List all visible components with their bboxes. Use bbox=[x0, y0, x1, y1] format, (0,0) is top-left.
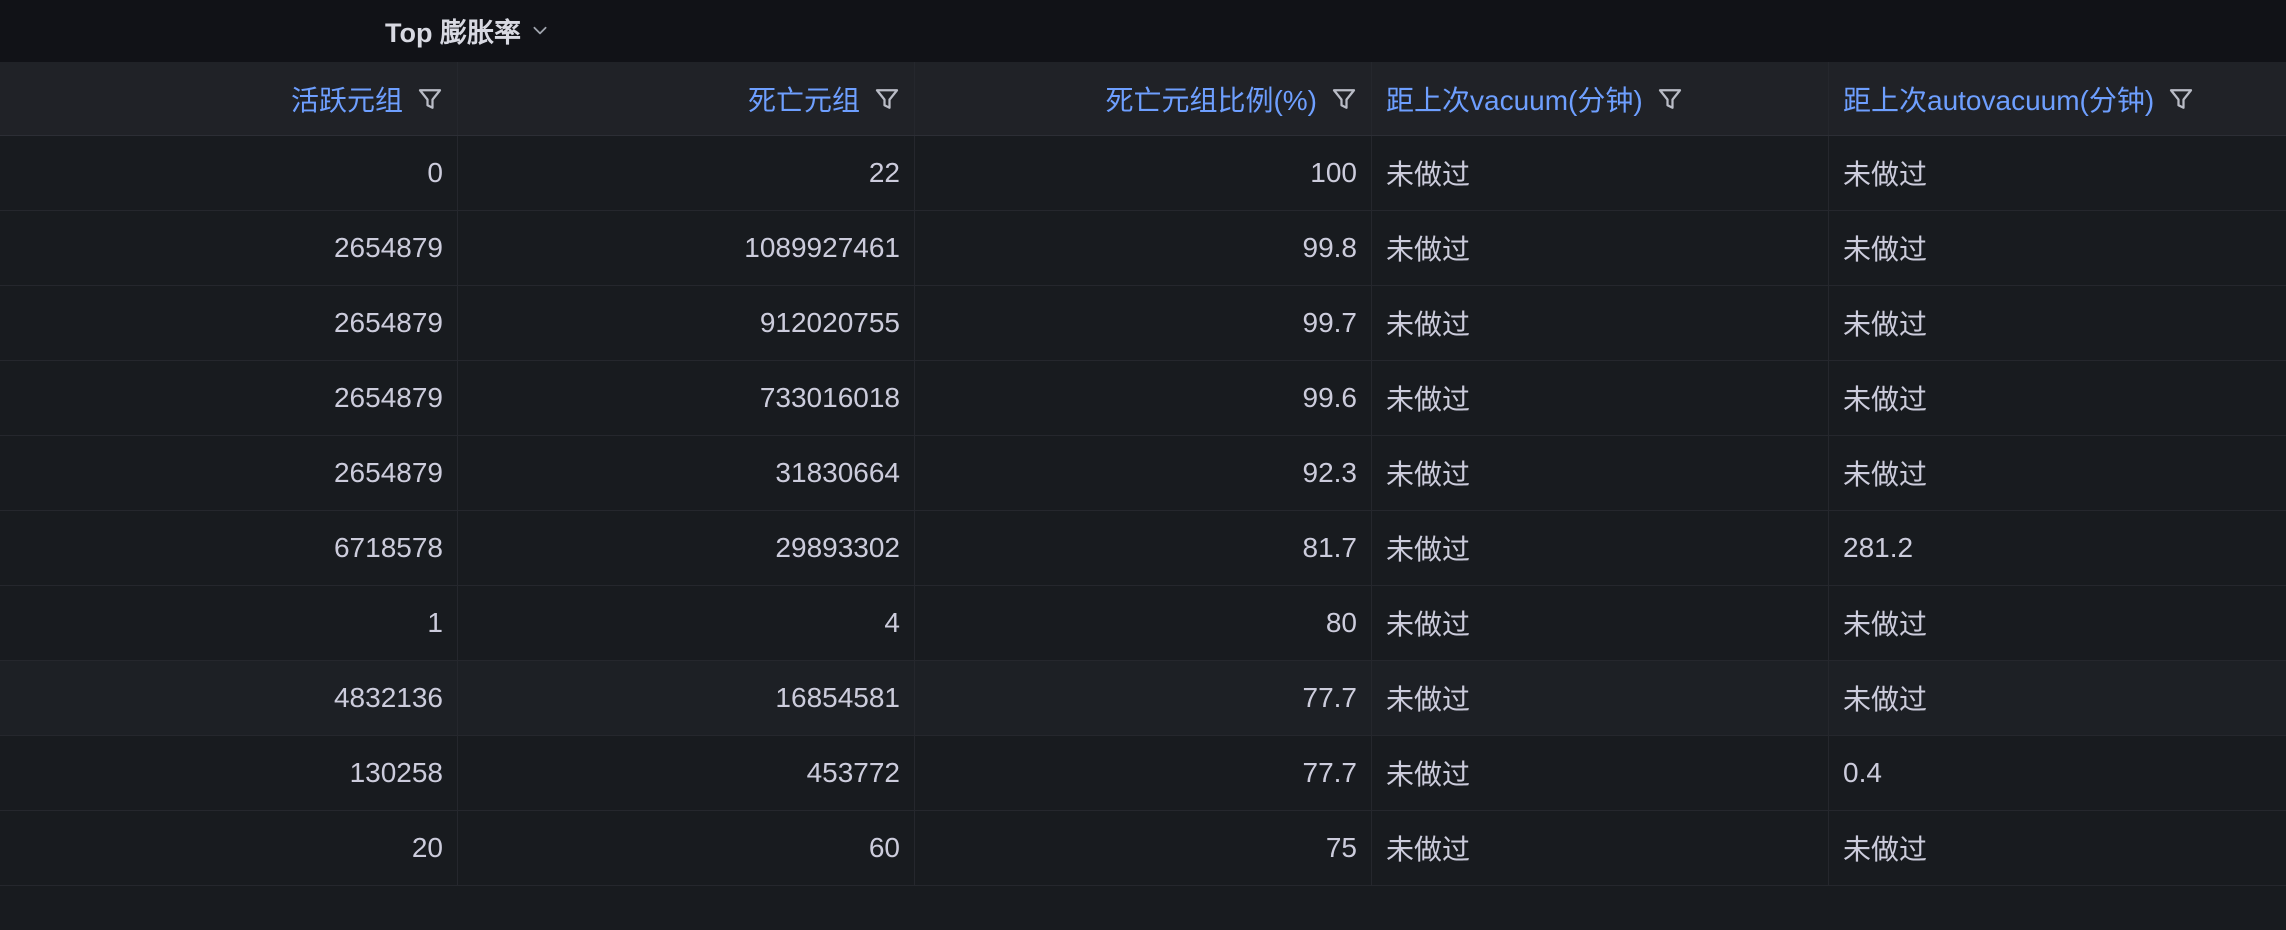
table-cell: 92.3 bbox=[915, 436, 1372, 510]
table-row: 6718578 29893302 81.7 未做过 281.2 bbox=[0, 511, 2286, 586]
chevron-down-icon bbox=[533, 26, 547, 35]
table-cell: 99.8 bbox=[915, 211, 1372, 285]
table-row: 1 4 80 未做过 未做过 bbox=[0, 586, 2286, 661]
table-cell: 99.6 bbox=[915, 361, 1372, 435]
table-cell: 未做过 bbox=[1843, 309, 1928, 340]
column-header-last-autovacuum[interactable]: 距上次autovacuum(分钟) bbox=[1829, 62, 2286, 135]
table-cell: 29893302 bbox=[458, 511, 915, 585]
table-cell: 未做过 bbox=[1372, 286, 1829, 360]
table-cell: 未做过 bbox=[1843, 159, 1928, 190]
table-cell: 2654879 bbox=[0, 286, 458, 360]
table-cell: 31830664 bbox=[458, 436, 915, 510]
panel-title-menu[interactable]: Top 膨胀率 bbox=[385, 12, 549, 48]
table-cell: 未做过 bbox=[1372, 811, 1829, 885]
table-cell: 2654879 bbox=[0, 361, 458, 435]
filter-icon[interactable] bbox=[872, 84, 902, 114]
table-cell: 4832136 bbox=[0, 661, 458, 735]
table-cell: 2654879 bbox=[0, 436, 458, 510]
table-cell: 未做过 bbox=[1372, 661, 1829, 735]
table-cell: 6718578 bbox=[0, 511, 458, 585]
table-cell: 81.7 bbox=[915, 511, 1372, 585]
table-row: 2654879 31830664 92.3 未做过 未做过 bbox=[0, 436, 2286, 511]
table-cell: 20 bbox=[0, 811, 458, 885]
table-cell: 453772 bbox=[458, 736, 915, 810]
column-header-label: 活跃元组 bbox=[290, 84, 403, 116]
filter-icon[interactable] bbox=[2166, 84, 2196, 114]
table-cell: 80 bbox=[915, 586, 1372, 660]
table-cell: 281.2 bbox=[1843, 532, 1914, 563]
panel-header: Top 膨胀率 bbox=[0, 0, 2286, 62]
table-row: 20 60 75 未做过 未做过 bbox=[0, 811, 2286, 886]
column-header-dead-tuples[interactable]: 死亡元组 bbox=[458, 62, 915, 135]
table-cell: 912020755 bbox=[458, 286, 915, 360]
column-header-label: 死亡元组比例(%) bbox=[1105, 84, 1317, 116]
column-header-last-vacuum[interactable]: 距上次vacuum(分钟) bbox=[1372, 62, 1829, 135]
table-cell: 未做过 bbox=[1843, 684, 1928, 715]
table-panel: Top 膨胀率 活跃元组 死亡元组 死亡元组比例(%) 距上次vacuum(分钟… bbox=[0, 0, 2286, 930]
table-cell: 未做过 bbox=[1843, 234, 1928, 265]
table-cell: 16854581 bbox=[458, 661, 915, 735]
table-body: 0 22 100 未做过 未做过 2654879 1089927461 99.8 未做过 未做过 2… bbox=[0, 136, 2286, 886]
table-row: 0 22 100 未做过 未做过 bbox=[0, 136, 2286, 211]
table-cell: 130258 bbox=[0, 736, 458, 810]
table-cell: 60 bbox=[458, 811, 915, 885]
table-cell: 4 bbox=[458, 586, 915, 660]
table-cell: 100 bbox=[915, 136, 1372, 210]
table-row: 2654879 912020755 99.7 未做过 未做过 bbox=[0, 286, 2286, 361]
table-cell: 77.7 bbox=[915, 661, 1372, 735]
table-cell: 未做过 bbox=[1372, 586, 1829, 660]
filter-icon[interactable] bbox=[1329, 84, 1359, 114]
filter-icon[interactable] bbox=[1655, 84, 1685, 114]
filter-icon[interactable] bbox=[415, 84, 445, 114]
column-header-label: 死亡元组 bbox=[747, 84, 860, 116]
table-cell: 未做过 bbox=[1372, 736, 1829, 810]
table-cell: 未做过 bbox=[1372, 511, 1829, 585]
column-header-dead-ratio[interactable]: 死亡元组比例(%) bbox=[915, 62, 1372, 135]
table-header-row: 活跃元组 死亡元组 死亡元组比例(%) 距上次vacuum(分钟) 距上次aut… bbox=[0, 62, 2286, 136]
table-cell: 未做过 bbox=[1372, 211, 1829, 285]
table-cell: 733016018 bbox=[458, 361, 915, 435]
table-cell: 1089927461 bbox=[458, 211, 915, 285]
table-cell: 1 bbox=[0, 586, 458, 660]
table-cell: 未做过 bbox=[1372, 436, 1829, 510]
table-cell: 0.4 bbox=[1843, 757, 1882, 788]
column-header-label: 距上次autovacuum(分钟) bbox=[1843, 84, 2155, 116]
table-cell: 未做过 bbox=[1372, 361, 1829, 435]
column-header-label: 距上次vacuum(分钟) bbox=[1386, 84, 1643, 116]
data-table: 活跃元组 死亡元组 死亡元组比例(%) 距上次vacuum(分钟) 距上次aut… bbox=[0, 62, 2286, 886]
table-row: 2654879 733016018 99.6 未做过 未做过 bbox=[0, 361, 2286, 436]
table-cell: 未做过 bbox=[1372, 136, 1829, 210]
column-header-live-tuples[interactable]: 活跃元组 bbox=[0, 62, 458, 135]
panel-title: Top 膨胀率 bbox=[385, 17, 521, 48]
table-row: 130258 453772 77.7 未做过 0.4 bbox=[0, 736, 2286, 811]
table-cell: 未做过 bbox=[1843, 384, 1928, 415]
table-cell: 未做过 bbox=[1843, 459, 1928, 490]
table-cell: 75 bbox=[915, 811, 1372, 885]
table-cell: 77.7 bbox=[915, 736, 1372, 810]
table-cell: 未做过 bbox=[1843, 834, 1928, 865]
table-cell: 2654879 bbox=[0, 211, 458, 285]
table-row: 2654879 1089927461 99.8 未做过 未做过 bbox=[0, 211, 2286, 286]
table-cell: 99.7 bbox=[915, 286, 1372, 360]
table-cell: 22 bbox=[458, 136, 915, 210]
table-row: 4832136 16854581 77.7 未做过 未做过 bbox=[0, 661, 2286, 736]
table-cell: 0 bbox=[0, 136, 458, 210]
table-cell: 未做过 bbox=[1843, 609, 1928, 640]
